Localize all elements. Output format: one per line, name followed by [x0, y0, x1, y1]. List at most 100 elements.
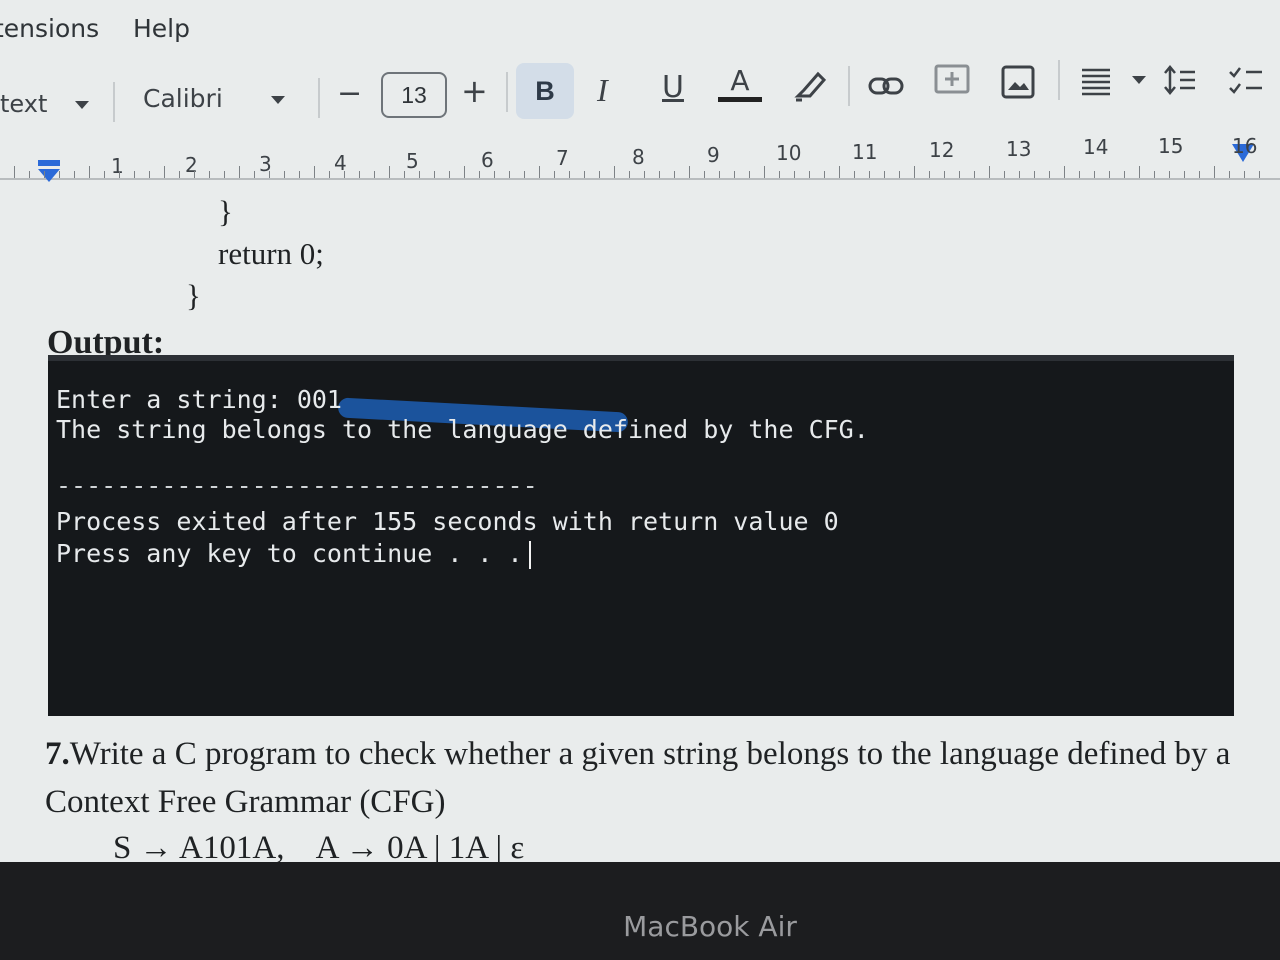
checklist-icon[interactable] [1226, 60, 1266, 100]
code-line: return 0; [218, 236, 324, 271]
ruler-number: 14 [1083, 135, 1109, 159]
ruler-number: 13 [1006, 137, 1032, 161]
ruler-tick [614, 166, 615, 178]
ruler-tick [644, 171, 645, 178]
ruler-tick [989, 166, 990, 178]
ruler-tick [44, 171, 45, 178]
ruler-number: 15 [1158, 134, 1184, 158]
code-line: } [218, 194, 233, 229]
highlighter-icon[interactable] [790, 66, 830, 106]
font-family-select[interactable]: Calibri [143, 84, 285, 113]
ruler-tick [1064, 166, 1065, 178]
menu-help[interactable]: Help [133, 14, 190, 43]
console-line: Press any key to continue . . . [56, 539, 523, 568]
console-line: The string belongs to the language defin… [56, 415, 869, 444]
underline-button[interactable]: U [662, 70, 684, 105]
font-family-value: Calibri [143, 84, 223, 113]
ruler-tick [689, 166, 690, 178]
ruler-tick [899, 171, 900, 178]
ruler-tick [569, 171, 570, 178]
bold-button[interactable]: B [516, 63, 574, 119]
chevron-down-icon [270, 96, 285, 104]
toolbar-divider [506, 72, 508, 112]
ruler-tick [74, 171, 75, 178]
ruler-tick [14, 166, 15, 178]
ruler: 1 2 3 4 5 6 7 8 9 10 11 12 13 14 15 16 [0, 134, 1280, 190]
ruler-tick [389, 166, 390, 178]
chevron-down-icon [75, 101, 90, 109]
menu-bar: tensions Help [0, 0, 1280, 56]
toolbar-divider [113, 82, 115, 122]
ruler-tick [1109, 171, 1110, 178]
ruler-tick [29, 171, 30, 178]
question-number: 7. [45, 736, 70, 772]
ruler-tick [554, 171, 555, 178]
ruler-tick [539, 166, 540, 178]
paragraph-style-select[interactable]: text [0, 90, 90, 118]
ruler-number: 9 [707, 143, 720, 167]
ruler-tick [464, 166, 465, 178]
ruler-tick [344, 171, 345, 178]
ruler-tick [1259, 171, 1260, 178]
font-size-input[interactable]: 13 [381, 72, 447, 118]
ruler-tick [1169, 171, 1170, 178]
ruler-tick [854, 171, 855, 178]
ruler-tick [884, 171, 885, 178]
ruler-tick [374, 171, 375, 178]
ruler-tick [914, 166, 915, 178]
ruler-tick [1139, 166, 1140, 178]
ruler-tick [209, 171, 210, 178]
ruler-tick [1079, 171, 1080, 178]
ruler-number: 1 [111, 154, 124, 178]
ruler-tick [434, 171, 435, 178]
console-output-image: Enter a string: 001 The string belongs t… [48, 355, 1234, 716]
ruler-tick [509, 171, 510, 178]
ruler-number: 6 [481, 148, 494, 172]
line-spacing-icon[interactable] [1160, 60, 1200, 100]
add-comment-icon[interactable] [932, 62, 972, 102]
console-line: Enter a string: 001 [56, 385, 342, 414]
ruler-tick [629, 171, 630, 178]
document-page[interactable]: } return 0; } Output: Enter a string: 00… [0, 190, 1280, 870]
ruler-tick [164, 166, 165, 178]
laptop-brand-label: MacBook Air [623, 910, 797, 943]
ruler-tick [674, 171, 675, 178]
decrease-font-size-button[interactable]: − [337, 76, 362, 111]
ruler-tick [719, 171, 720, 178]
increase-font-size-button[interactable]: + [461, 72, 488, 110]
ruler-tick [1049, 171, 1050, 178]
chevron-down-icon[interactable] [1132, 76, 1146, 84]
toolbar-divider [848, 66, 850, 106]
ruler-tick [1019, 171, 1020, 178]
ruler-tick [749, 171, 750, 178]
image-icon[interactable] [998, 62, 1038, 102]
ruler-tick [104, 171, 105, 178]
ruler-tick [524, 171, 525, 178]
italic-button[interactable]: I [597, 72, 608, 109]
ruler-tick [449, 171, 450, 178]
ruler-tick [179, 171, 180, 178]
text-color-button[interactable]: A [718, 64, 762, 102]
ruler-tick [764, 166, 765, 178]
ruler-tick [1244, 171, 1245, 178]
ruler-tick [149, 171, 150, 178]
ruler-tick [119, 171, 120, 178]
ruler-tick [194, 171, 195, 178]
ruler-number: 10 [776, 141, 802, 165]
ruler-tick [869, 171, 870, 178]
menu-extensions[interactable]: tensions [0, 14, 99, 43]
ruler-tick [779, 171, 780, 178]
link-icon[interactable] [866, 66, 906, 106]
ruler-number: 5 [406, 149, 419, 173]
ruler-tick [1154, 171, 1155, 178]
ruler-number: 16 [1232, 134, 1258, 158]
ruler-tick [1004, 171, 1005, 178]
ruler-tick [314, 166, 315, 178]
ruler-tick [239, 166, 240, 178]
ruler-tick [134, 171, 135, 178]
ruler-tick [1094, 171, 1095, 178]
align-icon[interactable] [1076, 62, 1116, 102]
ruler-tick [479, 171, 480, 178]
ruler-number: 11 [852, 140, 878, 164]
formatting-toolbar: text Calibri − 13 + B I U A [0, 56, 1280, 134]
